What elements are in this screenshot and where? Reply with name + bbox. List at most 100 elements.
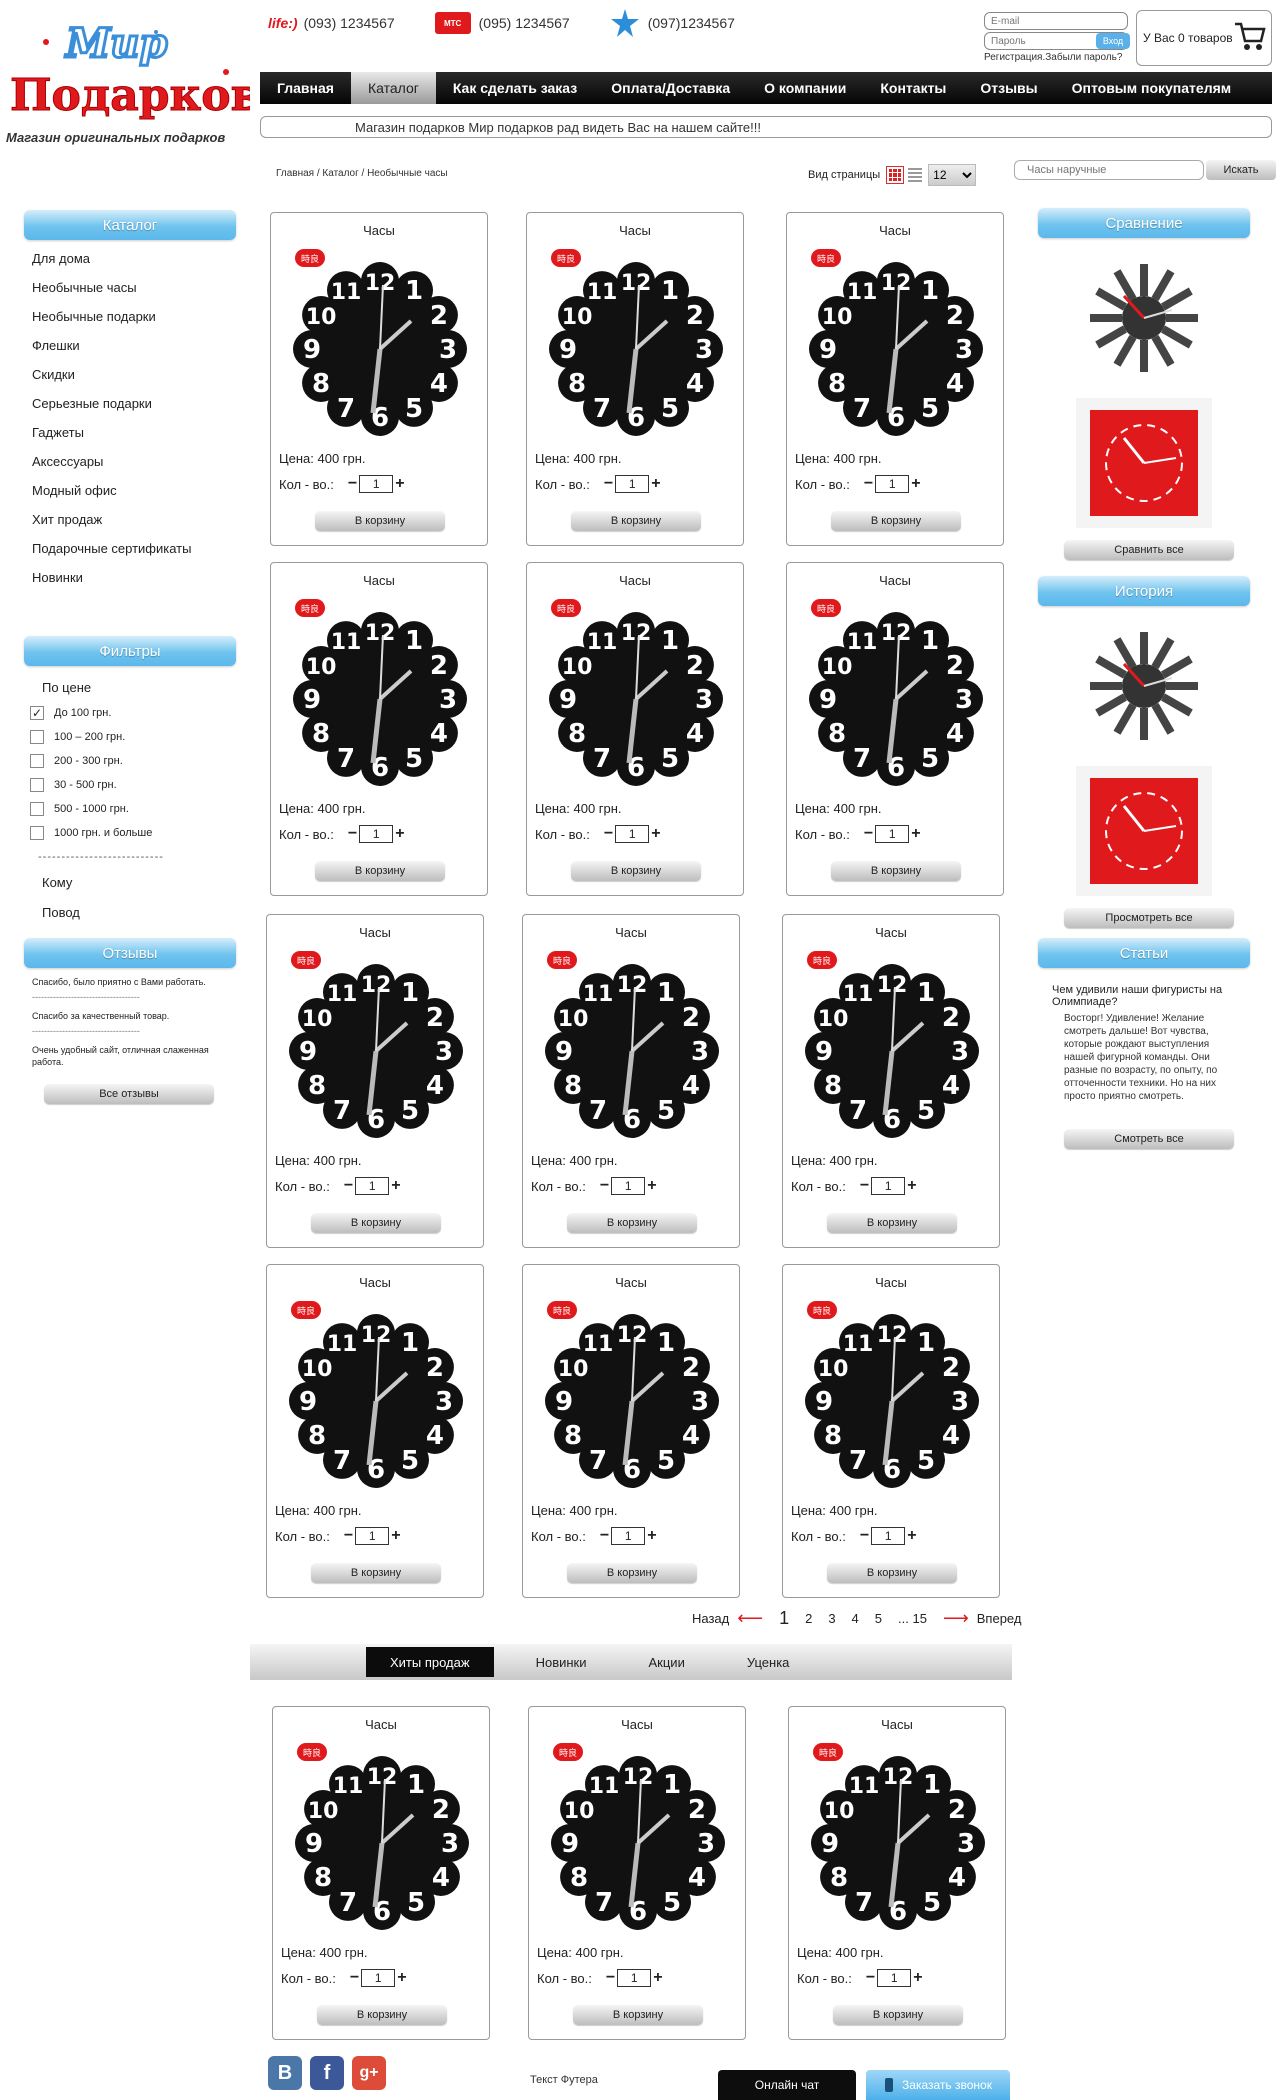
product-card[interactable]: Часы 時良 12 1 2 3 4 5 6 7 8 9 10 11 Цена: 400 грн. Кол -…: [526, 212, 744, 546]
compare-all-button[interactable]: Сравнить все: [1064, 540, 1234, 560]
arrow-right-icon[interactable]: ⟶: [943, 1608, 969, 1629]
product-card[interactable]: Часы 時良 12 1 2 3 4 5 6 7 8 9 10 11 Цена: 400 грн. Кол -…: [528, 1706, 746, 2040]
add-to-cart-button[interactable]: В корзину: [833, 2005, 963, 2025]
minus-icon[interactable]: −: [866, 1969, 875, 1987]
compare-clock-image[interactable]: [1084, 258, 1204, 378]
minus-icon[interactable]: −: [348, 825, 357, 843]
view-all-articles-button[interactable]: Смотреть все: [1064, 1129, 1234, 1149]
product-title[interactable]: Часы: [783, 1275, 999, 1290]
product-card[interactable]: Часы 時良 12 1 2 3 4 5 6 7 8 9 10 11 Цена: 400 грн. Кол -…: [266, 914, 484, 1248]
product-card[interactable]: Часы 時良 12 1 2 3 4 5 6 7 8 9 10 11 Цена: 400 грн. Кол -…: [788, 1706, 1006, 2040]
catalog-item[interactable]: Скидки: [24, 360, 236, 389]
history-clock-image[interactable]: [1084, 626, 1204, 746]
minus-icon[interactable]: −: [344, 1527, 353, 1545]
clock-product-image[interactable]: 時良12 1234567891011: [287, 245, 473, 445]
register-links[interactable]: Регистрация.Забыли пароль?: [984, 52, 1130, 63]
add-to-cart-button[interactable]: В корзину: [571, 511, 701, 531]
catalog-item[interactable]: Новинки: [24, 563, 236, 592]
clock-product-image[interactable]: 時良12 1234567891011: [539, 947, 725, 1147]
product-card[interactable]: Часы 時良 12 1 2 3 4 5 6 7 8 9 10 11 Цена: 400 грн. Кол -…: [786, 562, 1004, 896]
minus-icon[interactable]: −: [604, 475, 613, 493]
quantity-field[interactable]: 1: [611, 1527, 646, 1545]
quantity-field[interactable]: 1: [359, 825, 394, 843]
page-link[interactable]: 3: [828, 1611, 835, 1626]
add-to-cart-button[interactable]: В корзину: [827, 1563, 957, 1583]
catalog-item[interactable]: Флешки: [24, 331, 236, 360]
site-logo[interactable]: Мир Подарков: [6, 12, 251, 132]
catalog-item[interactable]: Модный офис: [24, 476, 236, 505]
add-to-cart-button[interactable]: В корзину: [567, 1213, 697, 1233]
filter-for-whom[interactable]: Кому: [24, 867, 236, 897]
catalog-item[interactable]: Необычные подарки: [24, 302, 236, 331]
clock-product-image[interactable]: 時良12 1234567891011: [805, 1739, 991, 1939]
plus-icon[interactable]: +: [653, 1969, 662, 1987]
checkbox[interactable]: [30, 730, 44, 744]
online-chat-button[interactable]: Онлайн чат: [718, 2070, 856, 2100]
product-card[interactable]: Часы 時良 12 1 2 3 4 5 6 7 8 9 10 11 Цена: 400 грн. Кол -…: [522, 914, 740, 1248]
history-red-clock-image[interactable]: [1076, 766, 1212, 896]
plus-icon[interactable]: +: [391, 1527, 400, 1545]
minus-icon[interactable]: −: [350, 1969, 359, 1987]
search-button[interactable]: Искать: [1206, 160, 1276, 180]
quantity-field[interactable]: 1: [875, 475, 910, 493]
product-title[interactable]: Часы: [527, 573, 743, 588]
plus-icon[interactable]: +: [391, 1177, 400, 1195]
clock-product-image[interactable]: 時良12 1234567891011: [803, 595, 989, 795]
quantity-field[interactable]: 1: [875, 825, 910, 843]
breadcrumb[interactable]: Главная / Каталог / Необычные часы: [276, 168, 448, 179]
clock-product-image[interactable]: 時良12 1234567891011: [799, 1297, 985, 1497]
article-headline[interactable]: Чем удивили наши фигуристы на Олимпиаде?: [1038, 968, 1250, 1012]
plus-icon[interactable]: +: [911, 825, 920, 843]
view-all-history-button[interactable]: Просмотреть все: [1064, 908, 1234, 928]
catalog-item[interactable]: Для дома: [24, 244, 236, 273]
product-title[interactable]: Часы: [271, 573, 487, 588]
product-title[interactable]: Часы: [787, 223, 1003, 238]
clock-product-image[interactable]: 時良12 1234567891011: [283, 947, 469, 1147]
product-title[interactable]: Часы: [787, 573, 1003, 588]
plus-icon[interactable]: +: [911, 475, 920, 493]
add-to-cart-button[interactable]: В корзину: [827, 1213, 957, 1233]
add-to-cart-button[interactable]: В корзину: [311, 1563, 441, 1583]
facebook-icon[interactable]: f: [310, 2056, 344, 2090]
quantity-field[interactable]: 1: [611, 1177, 646, 1195]
quantity-field[interactable]: 1: [615, 475, 650, 493]
add-to-cart-button[interactable]: В корзину: [315, 511, 445, 531]
page-link[interactable]: 1: [779, 1608, 789, 1629]
minus-icon[interactable]: −: [606, 1969, 615, 1987]
quantity-field[interactable]: 1: [615, 825, 650, 843]
nav-catalog[interactable]: Каталог: [350, 72, 436, 104]
grid-view-icon[interactable]: [886, 166, 905, 184]
clock-product-image[interactable]: 時良12 1234567891011: [543, 245, 729, 445]
product-card[interactable]: Часы 時良 12 1 2 3 4 5 6 7 8 9 10 11 Цена: 400 грн. Кол -…: [522, 1264, 740, 1598]
product-title[interactable]: Часы: [527, 223, 743, 238]
list-view-icon[interactable]: [908, 167, 923, 183]
plus-icon[interactable]: +: [395, 825, 404, 843]
nav-how-to-order[interactable]: Как сделать заказ: [436, 72, 594, 104]
minus-icon[interactable]: −: [348, 475, 357, 493]
arrow-left-icon[interactable]: ⟵: [737, 1608, 763, 1629]
clock-product-image[interactable]: 時良12 1234567891011: [803, 245, 989, 445]
search-input[interactable]: [1014, 160, 1204, 180]
plus-icon[interactable]: +: [647, 1527, 656, 1545]
page-link[interactable]: ... 15: [898, 1611, 927, 1626]
email-field[interactable]: [984, 12, 1128, 30]
add-to-cart-button[interactable]: В корзину: [317, 2005, 447, 2025]
plus-icon[interactable]: +: [913, 1969, 922, 1987]
nav-wholesale[interactable]: Оптовым покупателям: [1055, 72, 1248, 104]
checkbox[interactable]: ✓: [30, 706, 44, 720]
tab-bestsellers[interactable]: Хиты продаж: [366, 1647, 494, 1677]
minus-icon[interactable]: −: [604, 825, 613, 843]
add-to-cart-button[interactable]: В корзину: [573, 2005, 703, 2025]
product-card[interactable]: Часы 時良 12 1 2 3 4 5 6 7 8 9 10 11 Цена: 400 грн. Кол -…: [526, 562, 744, 896]
cart-widget[interactable]: У Вас 0 товаров: [1136, 10, 1272, 66]
plus-icon[interactable]: +: [651, 475, 660, 493]
clock-product-image[interactable]: 時良12 1234567891011: [289, 1739, 475, 1939]
nav-about[interactable]: О компании: [747, 72, 863, 104]
filter-occasion[interactable]: Повод: [24, 897, 236, 927]
product-title[interactable]: Часы: [783, 925, 999, 940]
add-to-cart-button[interactable]: В корзину: [571, 861, 701, 881]
quantity-field[interactable]: 1: [871, 1177, 906, 1195]
clock-product-image[interactable]: 時良12 1234567891011: [543, 595, 729, 795]
add-to-cart-button[interactable]: В корзину: [311, 1213, 441, 1233]
google-plus-icon[interactable]: g+: [352, 2056, 386, 2090]
